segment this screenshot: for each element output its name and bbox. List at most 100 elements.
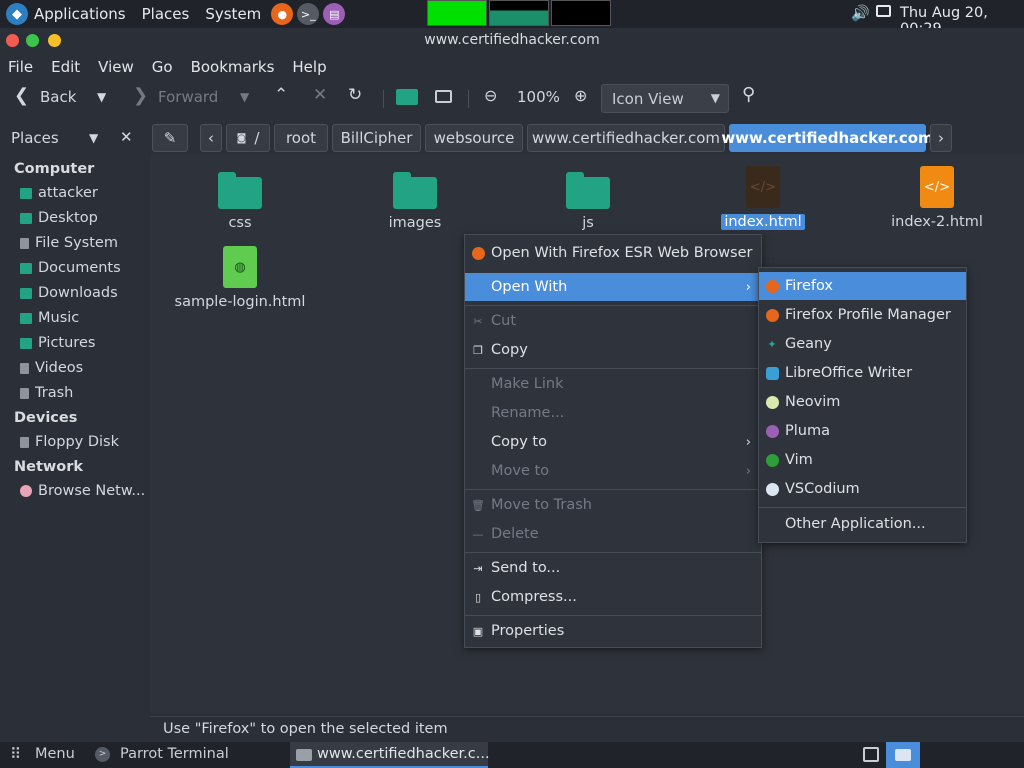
path-crumb-certifiedhacker-current[interactable]: www.certifiedhacker.com [721, 124, 934, 152]
sidebar-item-videos[interactable]: Videos [20, 357, 83, 379]
system-menu[interactable]: System [205, 5, 261, 23]
search-icon[interactable]: ⚲ [742, 84, 755, 105]
menu-move-to-trash[interactable]: 🗑 Move to Trash [465, 491, 761, 519]
zoom-level[interactable]: 100% [517, 88, 560, 106]
path-crumb-certifiedhacker-parent[interactable]: www.certifiedhacker.com [527, 124, 725, 152]
forward-button[interactable]: Forward [158, 88, 218, 106]
sidebar-item-downloads[interactable]: Downloads [20, 282, 118, 304]
edit-location-button[interactable]: ✎ [152, 124, 188, 152]
terminal-launcher-icon[interactable]: >_ [297, 3, 320, 25]
forward-history-chevron-icon[interactable]: ▼ [240, 90, 249, 104]
stop-icon[interactable]: ✕ [313, 85, 327, 105]
window-titlebar[interactable]: www.certifiedhacker.com [0, 28, 1024, 54]
chevron-down-icon[interactable]: ▼ [89, 131, 98, 145]
path-crumb-websource[interactable]: websource [425, 124, 523, 152]
zoom-in-icon[interactable]: ⊕ [574, 86, 587, 105]
applications-menu[interactable]: Applications [34, 5, 126, 23]
path-scroll-left-button[interactable]: ‹ [200, 124, 222, 152]
sidebar-item-pictures[interactable]: Pictures [20, 332, 95, 354]
submenu-arrow-icon: › [745, 434, 751, 450]
menu-open-with-firefox-esr[interactable]: Open With Firefox ESR Web Browser [465, 239, 761, 267]
sidebar-item-floppy-disk[interactable]: Floppy Disk [20, 431, 119, 453]
menu-button[interactable]: Menu [35, 746, 75, 762]
file-label: css [228, 215, 252, 231]
submenu-firefox[interactable]: Firefox [759, 272, 966, 300]
menu-edit[interactable]: Edit [51, 58, 80, 76]
path-crumb-root[interactable]: root [274, 124, 328, 152]
menu-bookmarks[interactable]: Bookmarks [191, 58, 275, 76]
menu-delete[interactable]: — Delete [465, 520, 761, 548]
zoom-out-icon[interactable]: ⊖ [484, 86, 497, 105]
close-sidebar-icon[interactable]: ✕ [120, 128, 133, 146]
menu-copy[interactable]: ❐ Copy [465, 336, 761, 364]
menu-make-link[interactable]: Make Link [465, 370, 761, 398]
show-desktop-button[interactable] [886, 742, 920, 768]
workspace-switcher-icon[interactable] [863, 747, 879, 762]
home-icon[interactable] [396, 89, 418, 105]
taskbar-file-manager[interactable]: www.certifiedhacker.c... [290, 742, 490, 768]
context-menu: Open With Firefox ESR Web Browser Open W… [464, 234, 762, 648]
menu-move-to[interactable]: Move to › [465, 457, 761, 485]
places-menu[interactable]: Places [142, 5, 190, 23]
menu-help[interactable]: Help [292, 58, 326, 76]
path-crumb-root-fs[interactable]: ◙ / [226, 124, 270, 152]
file-item-index-html[interactable]: </> index.html [688, 166, 838, 230]
sidebar-item-file-system[interactable]: File System [20, 232, 118, 254]
menu-open-with[interactable]: Open With › [465, 273, 761, 301]
submenu-libreoffice-writer[interactable]: LibreOffice Writer [759, 359, 966, 387]
submenu-neovim[interactable]: Neovim [759, 388, 966, 416]
file-item-images[interactable]: images [340, 172, 490, 231]
menu-view[interactable]: View [98, 58, 134, 76]
computer-icon[interactable] [435, 90, 452, 103]
up-arrow-icon[interactable]: ⌃ [274, 85, 288, 105]
display-icon[interactable] [876, 5, 891, 17]
menu-file[interactable]: File [8, 58, 33, 76]
forward-arrow-icon[interactable]: ❯ [133, 85, 148, 106]
submenu-other-application[interactable]: Other Application... [759, 510, 966, 538]
submenu-firefox-profile-manager[interactable]: Firefox Profile Manager [759, 301, 966, 329]
reload-icon[interactable]: ↻ [348, 85, 362, 105]
menu-label: Open With Firefox ESR Web Browser [491, 245, 753, 261]
view-mode-select[interactable]: Icon View ▼ [601, 84, 729, 113]
menu-cut[interactable]: ✂ Cut [465, 307, 761, 335]
volume-icon[interactable]: 🔊 [851, 4, 870, 22]
sidebar-item-music[interactable]: Music [20, 307, 79, 329]
submenu-geany[interactable]: ✦ Geany [759, 330, 966, 358]
terminal-icon[interactable]: > [95, 747, 110, 762]
text-editor-launcher-icon[interactable]: ▤ [323, 3, 346, 25]
menu-send-to[interactable]: ⇥ Send to... [465, 554, 761, 582]
submenu-vscodium[interactable]: VSCodium [759, 475, 966, 503]
sidebar-item-browse-network[interactable]: Browse Netw... [20, 480, 145, 502]
cpu-graph [427, 0, 487, 26]
folder-icon [895, 749, 911, 761]
path-crumb-billcipher[interactable]: BillCipher [332, 124, 421, 152]
sidebar-places-label[interactable]: Places [11, 129, 59, 147]
menu-go[interactable]: Go [152, 58, 173, 76]
sidebar-item-documents[interactable]: Documents [20, 257, 121, 279]
sidebar-item-trash[interactable]: Trash [20, 382, 73, 404]
back-button[interactable]: Back [40, 88, 76, 106]
file-item-js[interactable]: js [513, 172, 663, 231]
file-item-index-2-html[interactable]: </> index-2.html [862, 166, 1012, 230]
file-item-css[interactable]: css [165, 172, 315, 231]
memory-graph [489, 0, 549, 26]
path-scroll-right-button[interactable]: › [930, 124, 952, 152]
menu-rename[interactable]: Rename... [465, 399, 761, 427]
menu-grid-icon[interactable]: ⠿ [10, 745, 21, 763]
sidebar-item-attacker[interactable]: attacker [20, 182, 98, 204]
chevron-right-icon: › [938, 129, 944, 147]
file-label: index-2.html [891, 214, 983, 230]
sidebar-item-desktop[interactable]: Desktop [20, 207, 98, 229]
firefox-launcher-icon[interactable]: ● [271, 3, 294, 25]
menu-copy-to[interactable]: Copy to › [465, 428, 761, 456]
submenu-vim[interactable]: Vim [759, 446, 966, 474]
taskbar-parrot-terminal[interactable]: Parrot Terminal [120, 746, 229, 762]
file-item-sample-login-html[interactable]: ◍ sample-login.html [165, 246, 315, 310]
crumb-label: www.certifiedhacker.com [721, 129, 934, 147]
menu-compress[interactable]: ▯ Compress... [465, 583, 761, 611]
submenu-pluma[interactable]: Pluma [759, 417, 966, 445]
menu-properties[interactable]: ▣ Properties [465, 617, 761, 645]
back-history-chevron-icon[interactable]: ▼ [97, 90, 106, 104]
parrot-logo-icon[interactable]: ◆ [6, 3, 28, 25]
back-arrow-icon[interactable]: ❮ [14, 85, 29, 106]
